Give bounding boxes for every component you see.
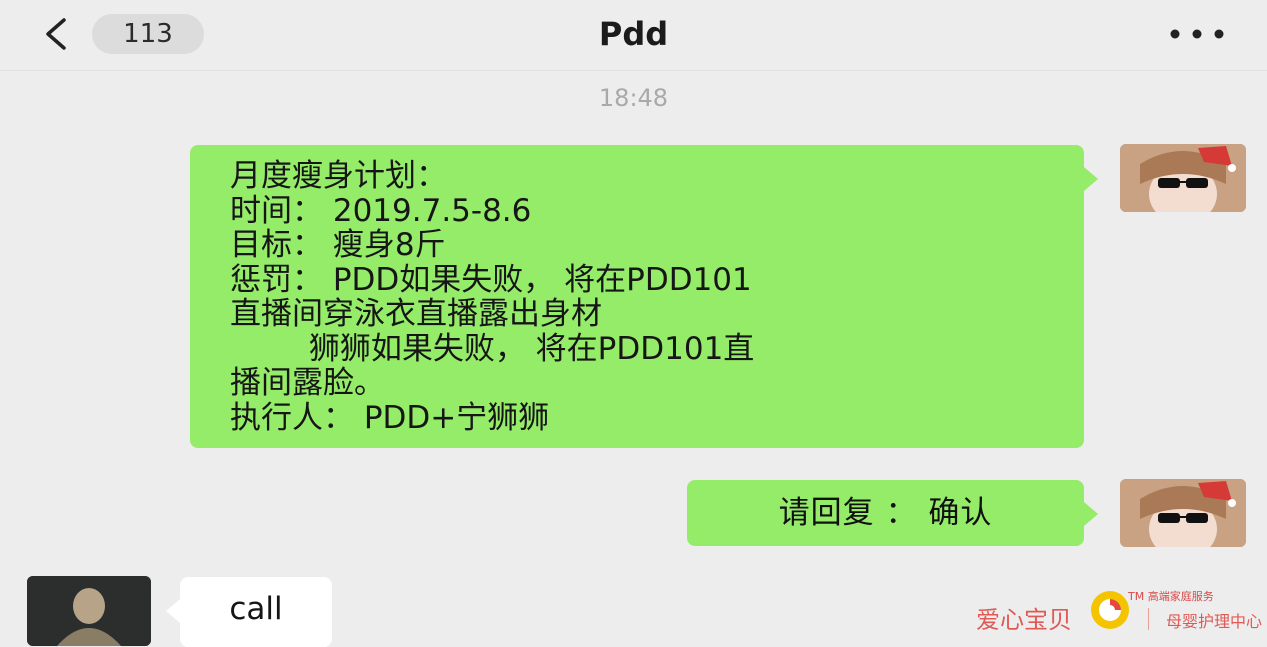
chat-header: 113 Pdd: [0, 0, 1267, 71]
avatar-image: [27, 576, 151, 646]
more-icon[interactable]: [1165, 22, 1229, 46]
plan-line: 目标： 瘦身8斤: [230, 227, 446, 263]
message-timestamp: 18:48: [598, 84, 669, 112]
received-message-bubble[interactable]: call: [166, 577, 332, 647]
chat-title: Pdd: [598, 15, 669, 53]
confirm-message-bubble[interactable]: 请回复 ： 确认: [687, 480, 1098, 546]
plan-line: 时间： 2019.7.5-8.6: [230, 192, 532, 229]
my-avatar[interactable]: [1120, 479, 1246, 547]
plan-message-bubble[interactable]: 月度瘦身计划： 时间： 2019.7.5-8.6 目标： 瘦身8斤 惩罚： PD…: [190, 145, 1098, 448]
avatar-image: [1120, 144, 1246, 212]
sun-logo-icon: [1091, 591, 1129, 629]
watermark: 爱心宝贝 TM 高端家庭服务 母婴护理中心: [976, 586, 1262, 638]
watermark-subtitle: 母婴护理中心: [1166, 612, 1263, 631]
plan-line: 播间露脸。: [230, 365, 385, 401]
plan-line: 执行人： PDD+宁狮狮: [230, 399, 550, 436]
plan-line: 狮狮如果失败， 将在PDD101直: [230, 330, 755, 367]
my-avatar[interactable]: [1120, 144, 1246, 212]
watermark-brand-name: 爱心宝贝: [976, 606, 1072, 634]
contact-avatar[interactable]: [27, 576, 151, 646]
watermark-tagline: TM 高端家庭服务: [1128, 590, 1214, 603]
avatar-image: [1120, 479, 1246, 547]
watermark-divider: [1148, 608, 1149, 630]
plan-line: 月度瘦身计划：: [230, 158, 447, 194]
plan-line: 直播间穿泳衣直播露出身材: [230, 296, 602, 332]
plan-line: 惩罚： PDD如果失败， 将在PDD101: [230, 261, 752, 298]
